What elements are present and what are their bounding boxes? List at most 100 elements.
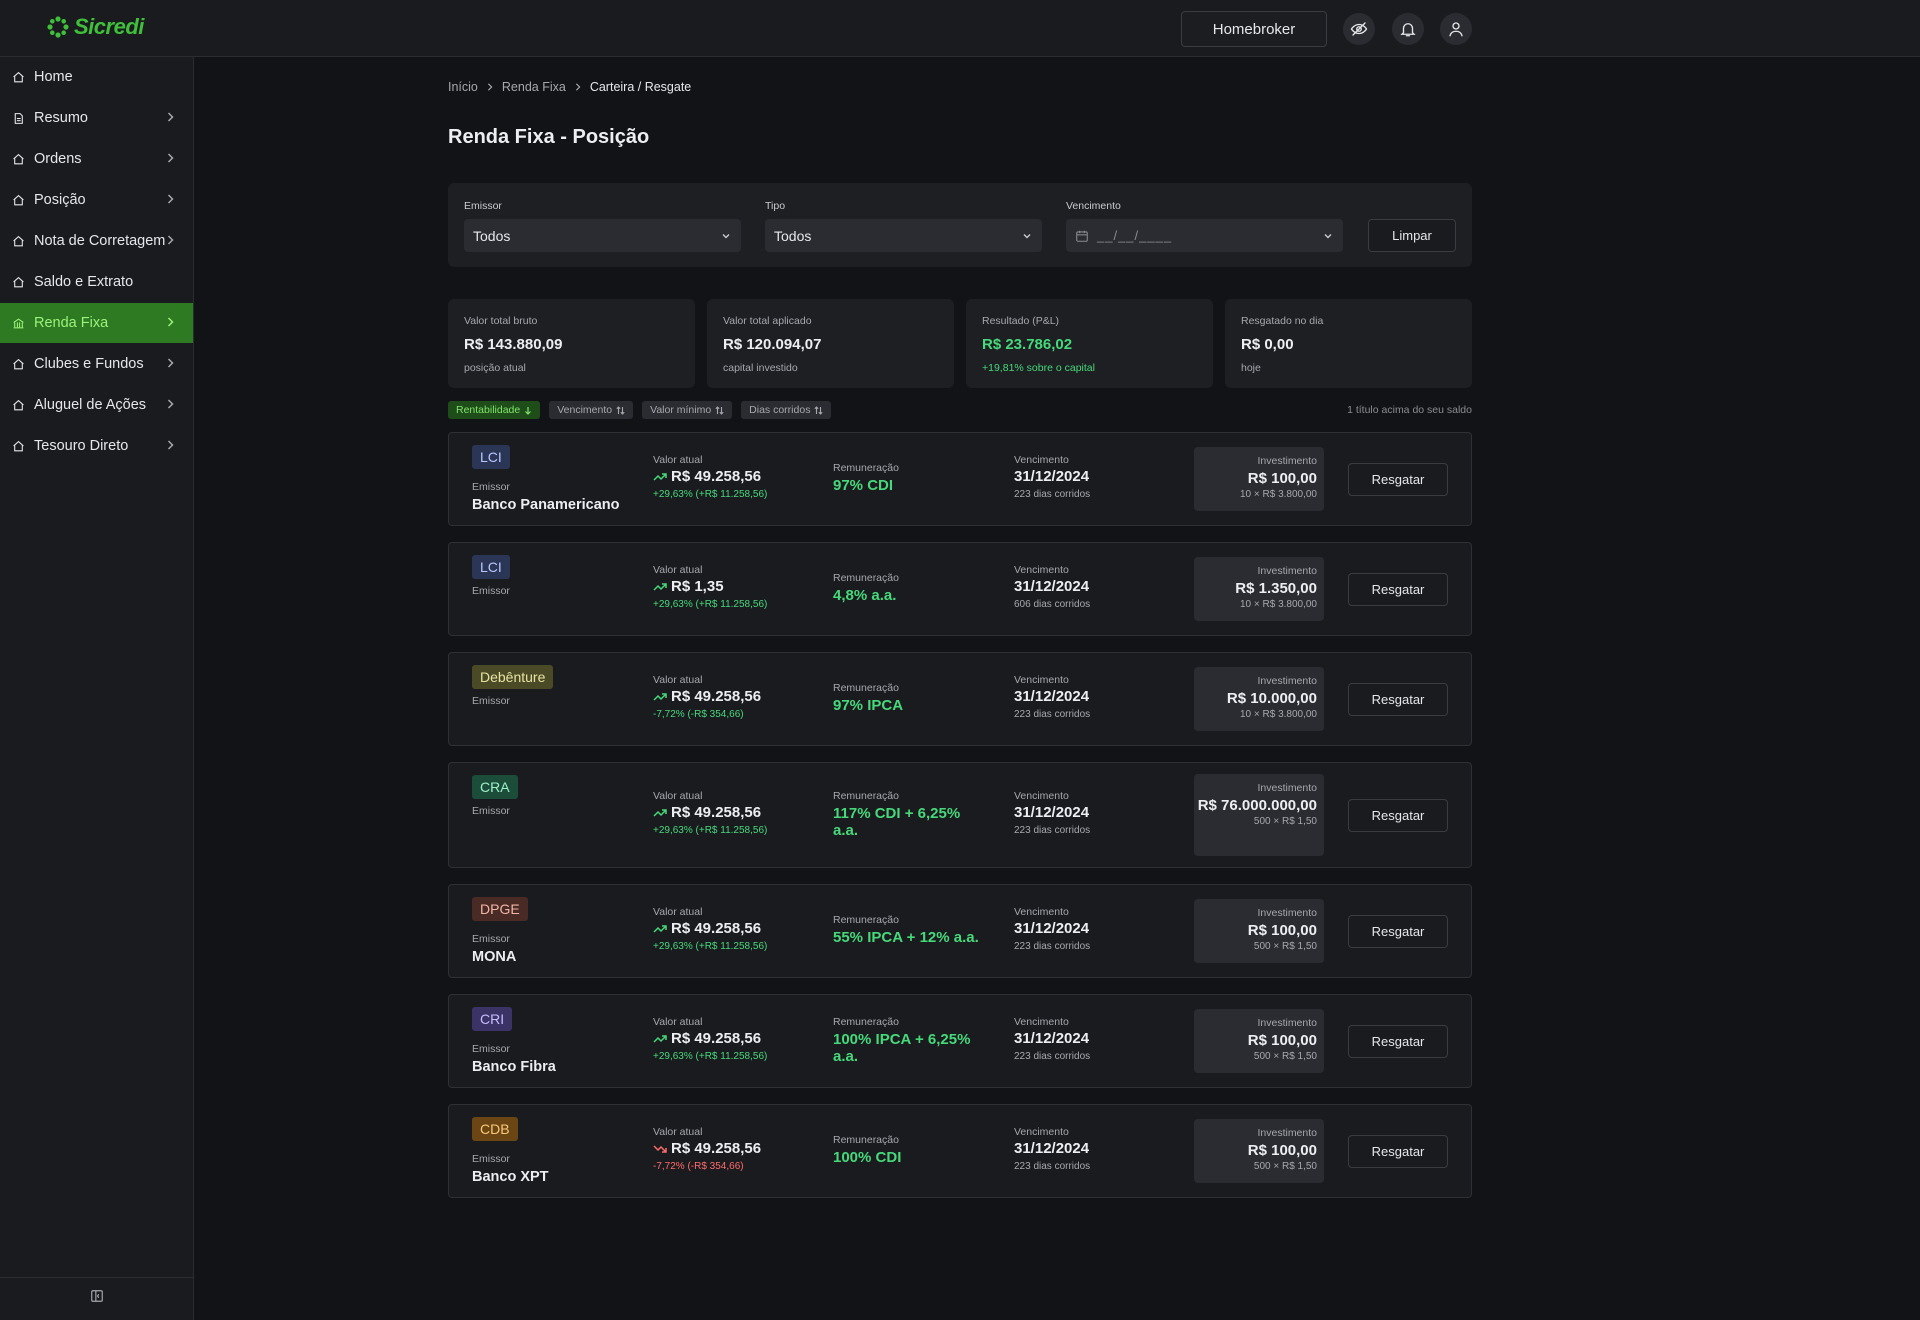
resgatar-button[interactable]: Resgatar: [1348, 573, 1448, 606]
sidebar-item-renda-fixa[interactable]: Renda Fixa: [0, 303, 193, 343]
home-icon: [12, 152, 26, 166]
chevron-down-icon: [722, 234, 730, 239]
vencimento-date: 31/12/2024: [1014, 578, 1090, 595]
stat-value: R$ 0,00: [1241, 336, 1294, 353]
notifications-button[interactable]: [1392, 13, 1424, 45]
asset-type-badge: LCI: [472, 555, 510, 579]
resgatar-button[interactable]: Resgatar: [1348, 1025, 1448, 1058]
tipo-select-value: Todos: [774, 227, 812, 244]
position-card: Debênture Emissor Valor atual R$ 49.258,56 -…: [448, 652, 1472, 746]
resgatar-button[interactable]: Resgatar: [1348, 683, 1448, 716]
sidebar-item-label: Renda Fixa: [34, 315, 109, 331]
sicredi-logo[interactable]: Sicredi: [46, 14, 144, 40]
valor-atual-amount: R$ 49.258,56: [671, 920, 762, 937]
vencimento-date-input[interactable]: __/__/____: [1066, 219, 1343, 252]
emissor-label: Emissor: [472, 1153, 510, 1165]
sidebar-item-saldo-e-extrato[interactable]: Saldo e Extrato: [0, 262, 193, 302]
chevron-down-icon: [1324, 234, 1332, 239]
breadcrumb-item-inicio[interactable]: Início: [448, 80, 478, 94]
sort-note: 1 título acima do seu saldo: [1347, 404, 1472, 416]
tipo-select[interactable]: Todos: [765, 219, 1042, 252]
breadcrumb-item-renda-fixa[interactable]: Renda Fixa: [502, 80, 566, 94]
chevron-right-icon: [166, 439, 175, 455]
tipo-filter-label: Tipo: [765, 200, 786, 212]
valor-atual-value: R$ 49.258,56: [653, 1030, 761, 1047]
sort-chip-rentabilidade[interactable]: Rentabilidade: [448, 401, 541, 419]
chevron-right-icon: [166, 316, 175, 332]
investimento-quantity: 500 × R$ 1,50: [1253, 1161, 1317, 1172]
stat-card: Valor total aplicado R$ 120.094,07 capital…: [707, 299, 954, 388]
dias-corridos: 223 dias corridos: [1014, 489, 1091, 500]
valor-change: +29,63% (+R$ 11.258,56): [653, 489, 768, 500]
remuneracao-value: 97% CDI: [833, 477, 894, 494]
sort-arrows-icon: [715, 405, 724, 415]
stat-label: Resultado (P&L): [982, 315, 1060, 327]
valor-atual-value: R$ 49.258,56: [653, 1140, 761, 1157]
investimento-label: Investimento: [1257, 455, 1317, 467]
sidebar-item-label: Tesouro Direto: [34, 438, 129, 454]
remuneracao-value: 100% IPCA + 6,25% a.a.: [833, 1031, 971, 1065]
valor-change: +29,63% (+R$ 11.258,56): [653, 1051, 768, 1062]
sort-bar: Rentabilidade Vencimento Valor mínimo Dias …: [448, 401, 832, 419]
profile-button[interactable]: [1440, 13, 1472, 45]
collapse-sidebar-icon[interactable]: [90, 1289, 104, 1308]
sidebar-item-ordens[interactable]: Ordens: [0, 139, 193, 179]
emissor-select[interactable]: Todos: [464, 219, 741, 252]
sidebar-item-label: Clubes e Fundos: [34, 356, 144, 372]
emissor-label: Emissor: [472, 695, 510, 707]
asset-type-badge: CRA: [472, 775, 518, 799]
vencimento-date-placeholder: __/__/____: [1097, 228, 1173, 243]
stat-subtext: posição atual: [464, 362, 526, 374]
sidebar-item-label: Ordens: [34, 151, 82, 167]
sidebar-item-clubes-e-fundos[interactable]: Clubes e Fundos: [0, 344, 193, 384]
sidebar-item-home[interactable]: Home: [0, 57, 193, 97]
investimento-value: R$ 76.000.000,00: [1197, 797, 1317, 814]
sort-chip-vencimento[interactable]: Vencimento: [549, 401, 634, 419]
investimento-label: Investimento: [1257, 1127, 1317, 1139]
resgatar-button[interactable]: Resgatar: [1348, 799, 1448, 832]
resgatar-button[interactable]: Resgatar: [1348, 463, 1448, 496]
valor-atual-value: R$ 49.258,56: [653, 920, 761, 937]
valor-change: +29,63% (+R$ 11.258,56): [653, 825, 768, 836]
hide-values-button[interactable]: [1343, 13, 1375, 45]
investimento-quantity: 10 × R$ 3.800,00: [1239, 489, 1317, 500]
valor-atual-value: R$ 1,35: [653, 578, 724, 595]
resgatar-button[interactable]: Resgatar: [1348, 915, 1448, 948]
emissor-name: MONA: [472, 949, 517, 965]
sidebar-item-label: Saldo e Extrato: [34, 274, 134, 290]
investimento-label: Investimento: [1257, 1017, 1317, 1029]
stat-label: Resgatado no dia: [1241, 315, 1324, 327]
investimento-box: Investimento R$ 10.000,00 10 × R$ 3.800,00: [1194, 667, 1324, 731]
bank-icon: [12, 316, 26, 330]
investimento-label: Investimento: [1257, 675, 1317, 687]
investimento-label: Investimento: [1257, 907, 1317, 919]
investimento-value: R$ 100,00: [1247, 1142, 1317, 1159]
remuneracao-value: 100% CDI: [833, 1149, 902, 1166]
sidebar-item-nota-de-corretagem[interactable]: Nota de Corretagem: [0, 221, 193, 261]
sidebar-item-posi-o[interactable]: Posição: [0, 180, 193, 220]
remuneracao-value: 117% CDI + 6,25% a.a.: [833, 805, 961, 839]
chevron-down-icon: [1023, 234, 1031, 239]
clear-filters-button[interactable]: Limpar: [1368, 219, 1456, 252]
vencimento-date: 31/12/2024: [1014, 468, 1090, 485]
valor-atual-value: R$ 49.258,56: [653, 468, 761, 485]
valor-atual-amount: R$ 49.258,56: [671, 468, 762, 485]
investimento-box: Investimento R$ 100,00 500 × R$ 1,50: [1194, 1009, 1324, 1073]
home-icon: [12, 234, 26, 248]
sidebar-item-tesouro-direto[interactable]: Tesouro Direto: [0, 426, 193, 466]
position-card: CRI Emissor Banco Fibra Valor atual R$ 49.25…: [448, 994, 1472, 1088]
homebroker-button[interactable]: Homebroker: [1181, 11, 1327, 47]
sort-chip-valor-m-nimo[interactable]: Valor mínimo: [642, 401, 733, 419]
investimento-label: Investimento: [1257, 782, 1317, 794]
vencimento-filter-label: Vencimento: [1066, 200, 1121, 212]
dias-corridos: 223 dias corridos: [1014, 1161, 1091, 1172]
sort-arrows-icon: [814, 405, 824, 415]
stat-subtext: +19,81% sobre o capital: [982, 362, 1095, 374]
sidebar-item-label: Aluguel de Ações: [34, 397, 147, 413]
sidebar-item-resumo[interactable]: Resumo: [0, 98, 193, 138]
sort-chip-dias-corridos[interactable]: Dias corridos: [741, 401, 832, 419]
resgatar-button[interactable]: Resgatar: [1348, 1135, 1448, 1168]
home-icon: [12, 398, 26, 412]
arrow-down-icon: [525, 406, 532, 415]
sidebar-item-aluguel-de-a-es[interactable]: Aluguel de Ações: [0, 385, 193, 425]
